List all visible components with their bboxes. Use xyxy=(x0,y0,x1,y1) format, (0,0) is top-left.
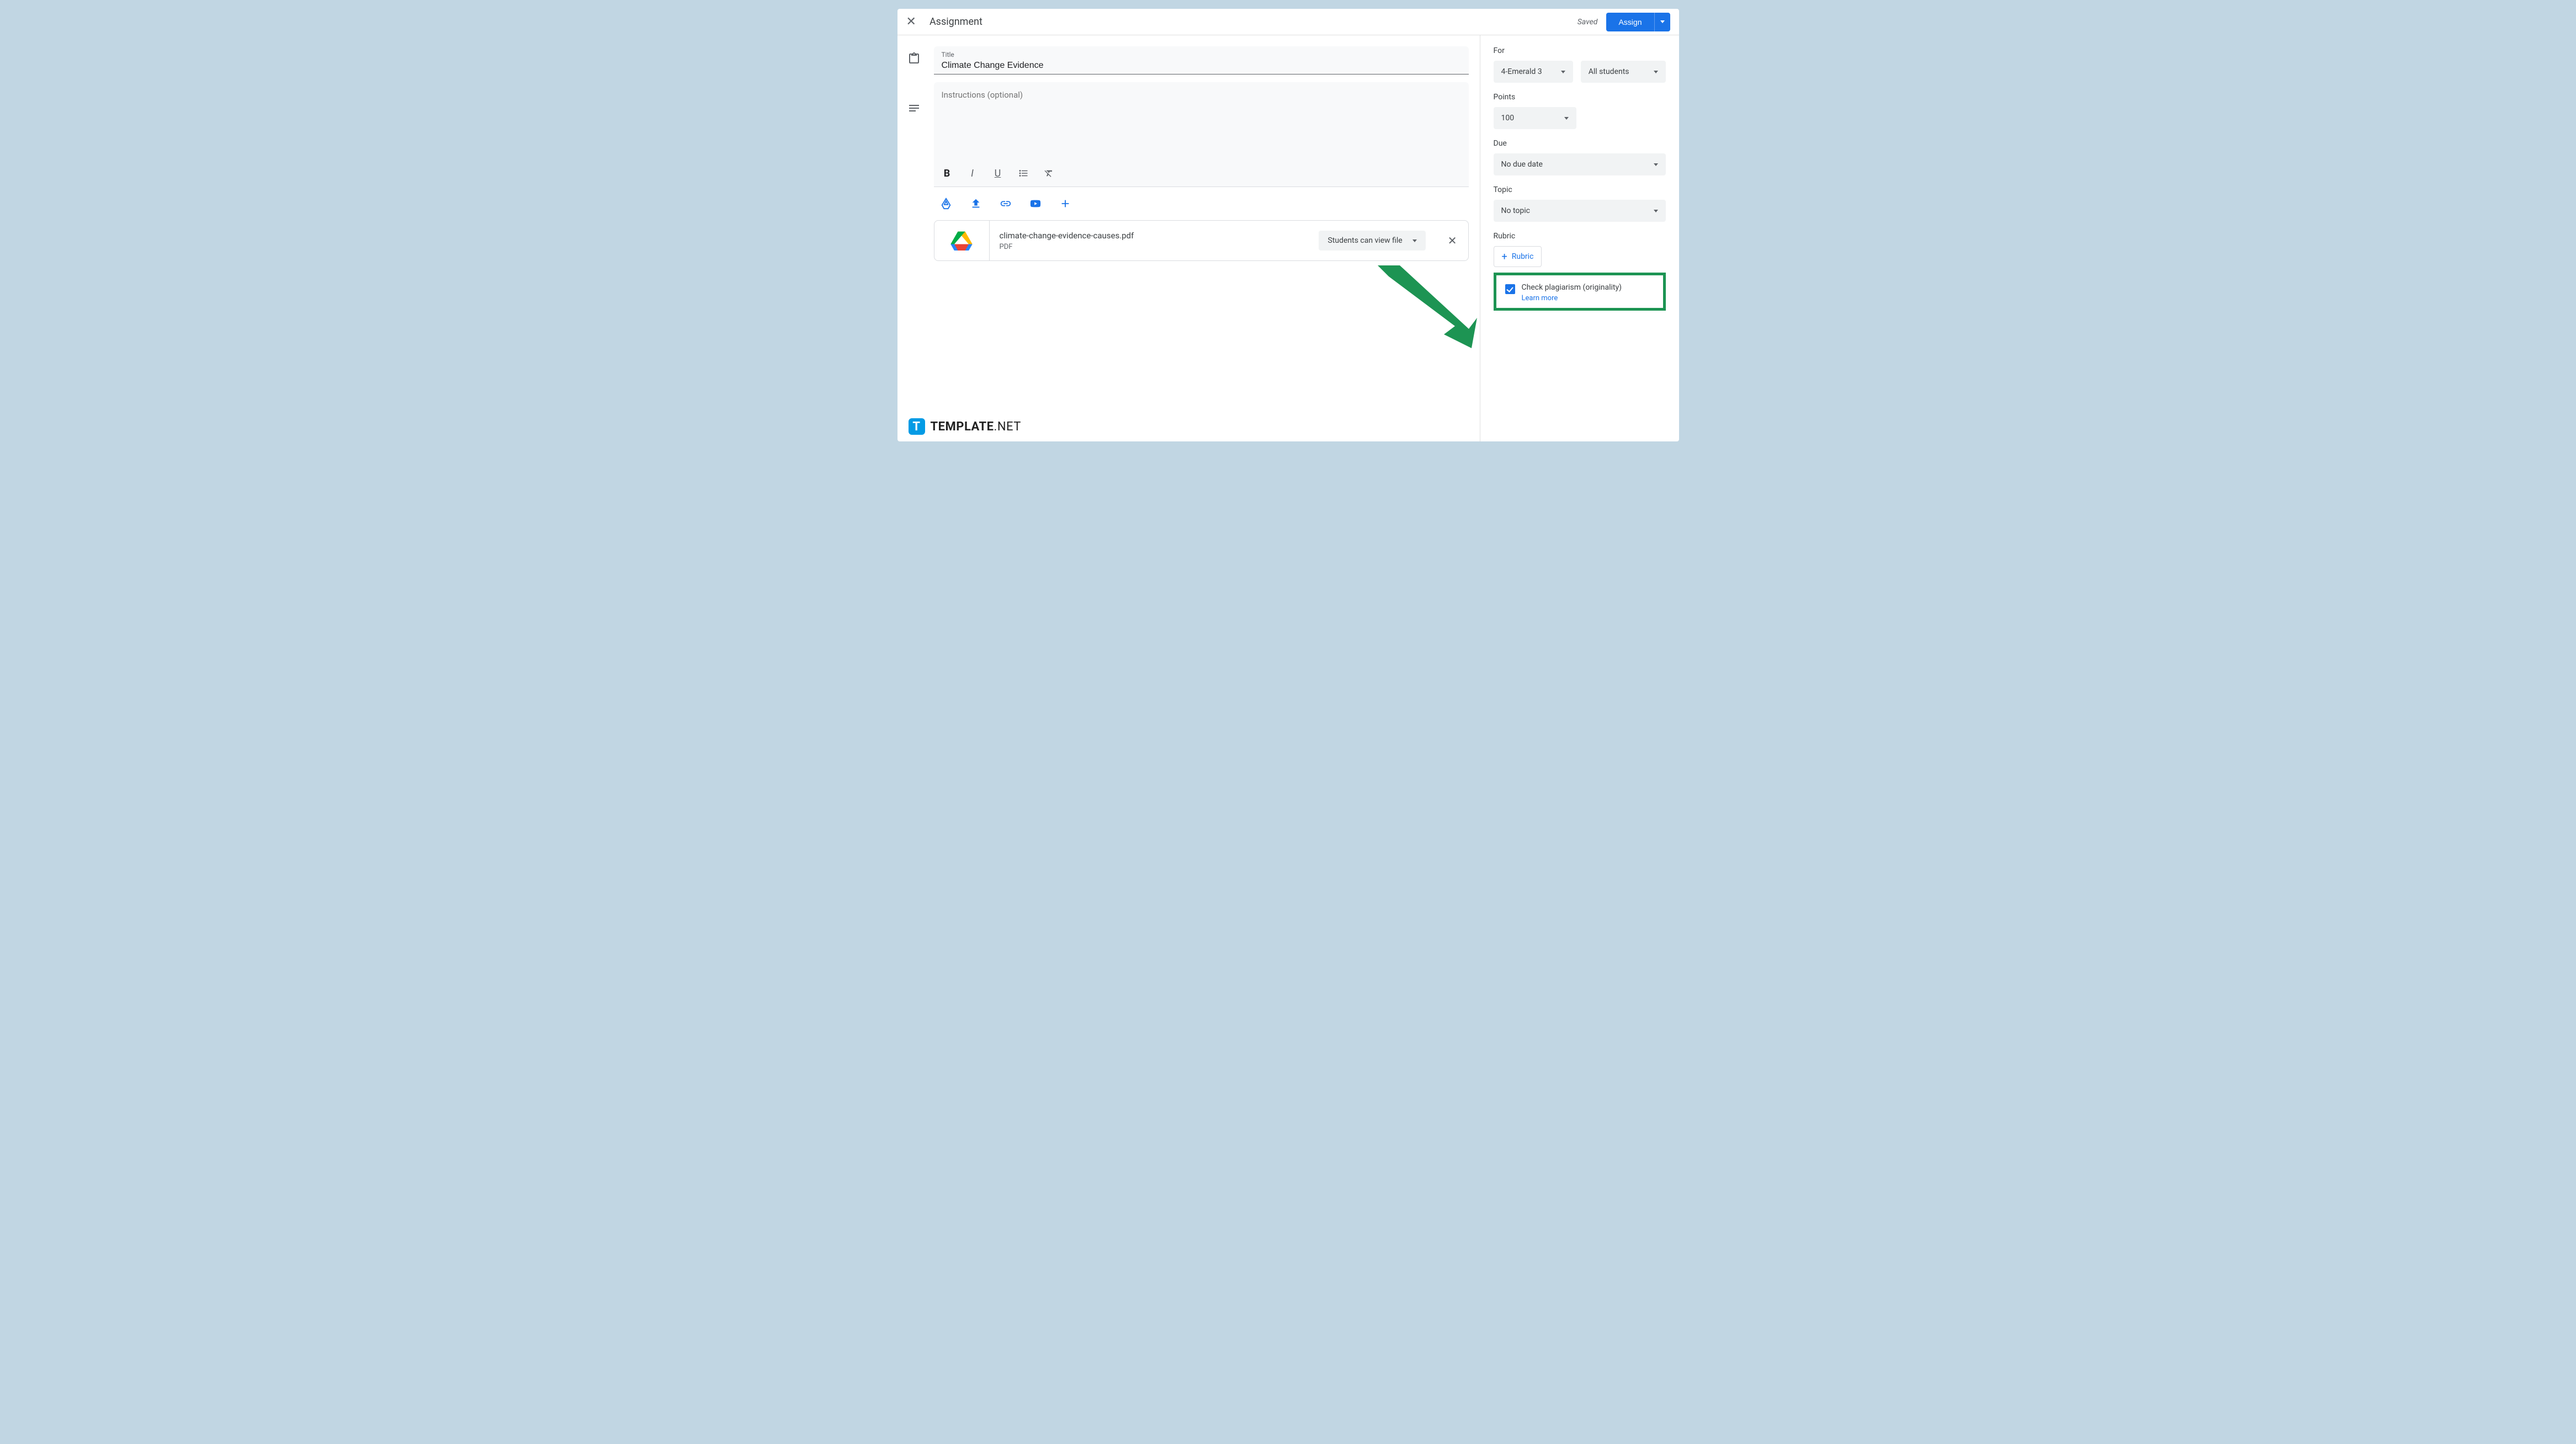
assign-button[interactable]: Assign xyxy=(1606,13,1654,31)
due-dropdown[interactable]: No due date xyxy=(1494,153,1666,175)
caret-down-icon xyxy=(1654,71,1658,73)
watermark-brand: TEMPLATE xyxy=(931,420,994,434)
students-value: All students xyxy=(1589,67,1629,76)
watermark-icon: T xyxy=(909,418,925,435)
attachment-permission-label: Students can view file xyxy=(1327,236,1402,245)
topic-dropdown[interactable]: No topic xyxy=(1494,200,1666,222)
close-icon[interactable]: ✕ xyxy=(906,15,916,29)
rubric-button-label: Rubric xyxy=(1512,252,1534,261)
due-label: Due xyxy=(1494,139,1666,148)
clear-format-button[interactable] xyxy=(1041,166,1056,181)
text-icon xyxy=(907,102,921,117)
assign-dropdown-button[interactable] xyxy=(1654,13,1670,31)
points-dropdown[interactable]: 100 xyxy=(1494,107,1576,129)
instructions-field: B I U xyxy=(934,82,1469,187)
topbar: ✕ Assignment Saved Assign xyxy=(897,9,1679,35)
plagiarism-checkbox[interactable] xyxy=(1505,284,1515,294)
create-icon[interactable] xyxy=(1059,197,1072,210)
students-dropdown[interactable]: All students xyxy=(1581,61,1666,83)
rubric-button[interactable]: + Rubric xyxy=(1494,246,1542,267)
plagiarism-label: Check plagiarism (originality) xyxy=(1522,283,1622,292)
due-value: No due date xyxy=(1501,160,1543,169)
title-label: Title xyxy=(942,51,1461,58)
sidebar: For 4-Emerald 3 All students Points 100 … xyxy=(1480,35,1679,441)
watermark-suffix: .NET xyxy=(994,420,1021,434)
page-title: Assignment xyxy=(930,16,982,28)
clipboard-icon xyxy=(907,52,921,67)
format-toolbar: B I U xyxy=(934,162,1469,187)
italic-button[interactable]: I xyxy=(965,166,980,181)
topic-label: Topic xyxy=(1494,185,1666,194)
rubric-label: Rubric xyxy=(1494,232,1666,241)
watermark: T TEMPLATE.NET xyxy=(909,418,1021,435)
upload-icon[interactable] xyxy=(969,197,982,210)
points-value: 100 xyxy=(1501,114,1515,122)
caret-down-icon xyxy=(1564,117,1569,120)
underline-button[interactable]: U xyxy=(990,166,1006,181)
plagiarism-highlight-box: Check plagiarism (originality) Learn mor… xyxy=(1494,273,1666,311)
title-field[interactable]: Title xyxy=(934,46,1469,74)
caret-down-icon xyxy=(1654,210,1658,212)
instructions-textarea[interactable] xyxy=(934,82,1469,162)
topic-value: No topic xyxy=(1501,206,1530,215)
remove-attachment-button[interactable]: ✕ xyxy=(1437,234,1468,247)
learn-more-link[interactable]: Learn more xyxy=(1522,294,1558,302)
title-input[interactable] xyxy=(942,58,1461,71)
points-label: Points xyxy=(1494,93,1666,102)
youtube-icon[interactable] xyxy=(1029,197,1042,210)
caret-down-icon xyxy=(1412,239,1417,242)
attachment-card: climate-change-evidence-causes.pdf PDF S… xyxy=(934,220,1469,261)
attachment-permission-dropdown[interactable]: Students can view file xyxy=(1319,231,1425,251)
attachment-toolbar xyxy=(934,187,1469,220)
for-label: For xyxy=(1494,46,1666,55)
attachment-filename: climate-change-evidence-causes.pdf xyxy=(1000,231,1309,241)
bold-button[interactable]: B xyxy=(939,166,955,181)
caret-down-icon xyxy=(1660,20,1665,23)
caret-down-icon xyxy=(1654,163,1658,166)
drive-icon[interactable] xyxy=(939,197,953,210)
plus-icon: + xyxy=(1502,251,1507,263)
caret-down-icon xyxy=(1561,71,1565,73)
bullet-list-button[interactable] xyxy=(1016,166,1031,181)
class-value: 4-Emerald 3 xyxy=(1501,67,1542,76)
saved-status: Saved xyxy=(1578,18,1598,26)
class-dropdown[interactable]: 4-Emerald 3 xyxy=(1494,61,1573,83)
attachment-type: PDF xyxy=(1000,243,1309,251)
link-icon[interactable] xyxy=(999,197,1012,210)
drive-file-icon xyxy=(934,221,990,260)
